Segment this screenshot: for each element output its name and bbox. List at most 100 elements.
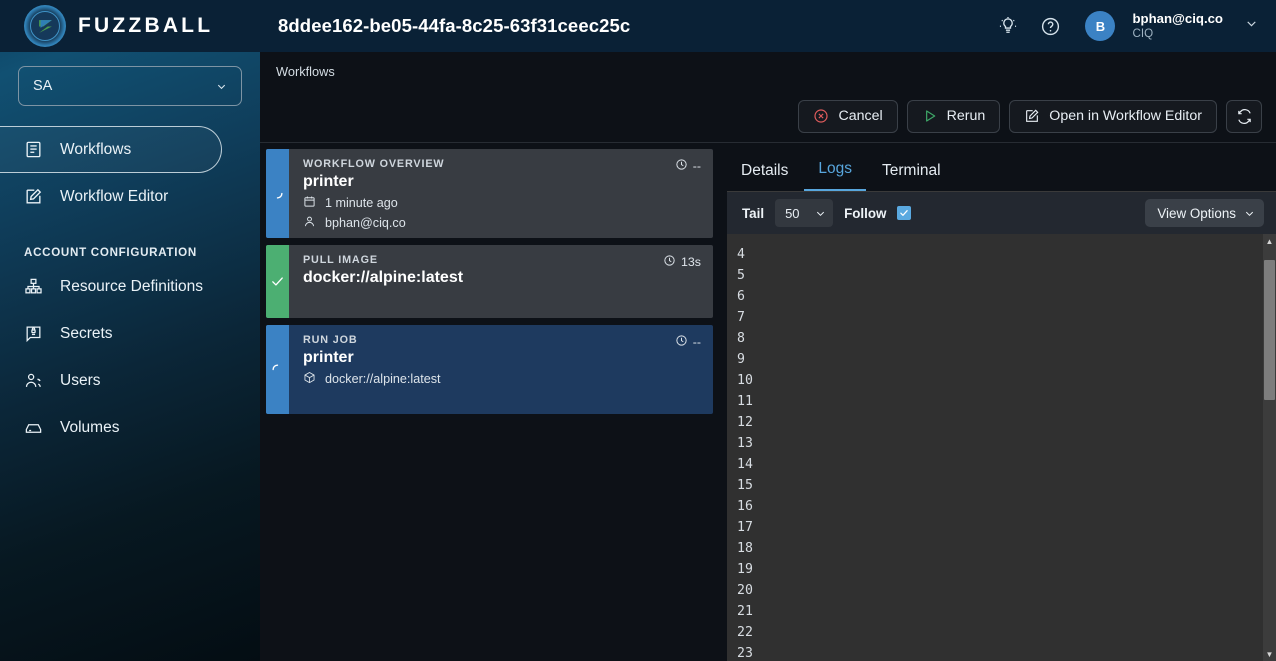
workflow-overview-card[interactable]: WORKFLOW OVERVIEW printer 1 minute ago b… [266,149,713,238]
scrollbar-track[interactable] [1263,248,1276,647]
log-line: 11 [737,394,753,409]
triangle-down-icon[interactable]: ▼ [1266,647,1274,661]
card-title: docker://alpine:latest [303,269,464,286]
cancel-button[interactable]: Cancel [798,99,898,133]
tail-label: Tail [742,205,765,221]
spinner-icon [266,149,289,238]
scrollbar-thumb[interactable] [1264,260,1275,400]
view-options-button[interactable]: View Options [1145,199,1264,227]
clock-icon [663,254,676,270]
tab-bar: Details Logs Terminal [727,143,1276,191]
card-title: printer [303,173,354,190]
log-line: 10 [737,373,753,388]
clock-icon [675,334,688,350]
chevron-down-icon[interactable] [1245,17,1258,35]
log-line: 9 [737,352,745,367]
topbar-right: B bphan@ciq.co CIQ [991,9,1258,43]
tail-select[interactable]: 50 [775,199,834,227]
pull-image-card[interactable]: PULL IMAGE docker://alpine:latest 13s [266,245,713,318]
open-in-workflow-editor-button[interactable]: Open in Workflow Editor [1009,99,1217,133]
triangle-up-icon[interactable]: ▲ [1266,234,1274,248]
breadcrumb[interactable]: Workflows [276,64,335,79]
log-line: 21 [737,604,753,619]
run-job-card[interactable]: RUN JOB printer docker://alpine:latest -… [266,325,713,414]
fuzzball-logo-icon [24,5,66,47]
card-duration: -- [675,334,701,350]
sidebar-item-secrets[interactable]: Secrets [0,310,260,357]
log-line: 13 [737,436,753,451]
workflow-step-list: WORKFLOW OVERVIEW printer 1 minute ago b… [260,143,713,661]
cancel-button-label: Cancel [838,108,883,124]
log-scrollbar[interactable]: ▲ ▼ [1263,234,1276,661]
list-icon [24,140,43,159]
rerun-button[interactable]: Rerun [906,99,1001,133]
log-line: 14 [737,457,753,472]
sidebar-item-workflows[interactable]: Workflows [0,126,222,173]
sidebar-item-workflow-editor[interactable]: Workflow Editor [0,173,260,220]
card-body: WORKFLOW OVERVIEW printer 1 minute ago b… [289,149,713,238]
card-owner-text: bphan@ciq.co [325,216,406,230]
sidebar-item-label: Secrets [60,324,113,342]
card-title: printer [303,349,354,366]
log-line: 23 [737,646,753,661]
log-line: 15 [737,478,753,493]
user-block[interactable]: bphan@ciq.co CIQ [1132,11,1223,40]
hierarchy-icon [24,277,43,296]
sidebar-item-label: Workflows [60,140,132,158]
log-line: 6 [737,289,745,304]
spinner-icon [266,325,289,414]
account-select[interactable]: SA [18,66,242,106]
tab-logs[interactable]: Logs [804,160,867,191]
question-circle-icon[interactable] [1033,9,1067,43]
user-email: bphan@ciq.co [1132,11,1223,27]
sidebar-item-volumes[interactable]: Volumes [0,404,260,451]
lightbulb-icon[interactable] [991,9,1025,43]
fuzzball-glyph-icon [38,19,52,33]
card-duration: 13s [663,254,701,270]
play-triangle-icon [922,108,938,124]
log-line: 7 [737,310,745,325]
cube-icon [303,371,316,387]
logs-panel: Tail 50 Follow View Options 4 5 6 7 8 9 … [727,191,1276,661]
brand-name: FUZZBALL [78,14,214,37]
sidebar-item-resource-definitions[interactable]: Resource Definitions [0,263,260,310]
card-duration-text: -- [692,335,701,349]
sidebar-item-users[interactable]: Users [0,357,260,404]
account-select-wrap: SA [0,52,260,106]
actions-toolbar: Cancel Rerun Open in Workflow Editor [260,90,1276,143]
log-output[interactable]: 4 5 6 7 8 9 10 11 12 13 14 15 16 17 18 19 20 21 22 23 [727,234,1276,661]
tail-select-value: 50 [785,205,800,221]
card-duration-text: 13s [681,255,701,269]
account-select-value: SA [33,78,53,94]
open-editor-button-label: Open in Workflow Editor [1049,108,1202,124]
log-line: 12 [737,415,753,430]
tab-terminal[interactable]: Terminal [868,162,955,191]
secret-badge-icon [24,324,43,343]
refresh-button[interactable] [1226,99,1262,133]
logs-toolbar: Tail 50 Follow View Options [727,192,1276,234]
card-body: RUN JOB printer docker://alpine:latest -… [289,325,713,414]
card-meta-image: docker://alpine:latest [303,371,703,387]
log-line: 16 [737,499,753,514]
page-title: 8ddee162-be05-44fa-8c25-63f31ceec25c [278,15,631,36]
sidebar-item-label: Volumes [60,418,120,436]
follow-checkbox[interactable] [897,206,912,220]
edit-square-icon [24,187,43,206]
tab-details[interactable]: Details [727,162,802,191]
check-icon [266,245,289,318]
card-meta-owner: bphan@ciq.co [303,215,703,231]
refresh-icon [1236,108,1253,125]
breadcrumb-row: Workflows [260,52,1276,90]
users-icon [24,371,43,390]
log-line: 20 [737,583,753,598]
avatar[interactable]: B [1085,11,1116,41]
log-line: 5 [737,268,745,283]
chevron-down-icon [1245,211,1254,216]
card-kicker: PULL IMAGE [303,254,378,266]
drive-icon [24,418,43,437]
sidebar-nav: Workflows Workflow Editor ACCOUNT CONFIG… [0,126,260,451]
follow-label: Follow [844,205,887,221]
check-icon [900,210,909,216]
edit-square-icon [1024,108,1040,124]
app-root: FUZZBALL SA Workflows Workflow Editor AC… [0,0,1276,661]
